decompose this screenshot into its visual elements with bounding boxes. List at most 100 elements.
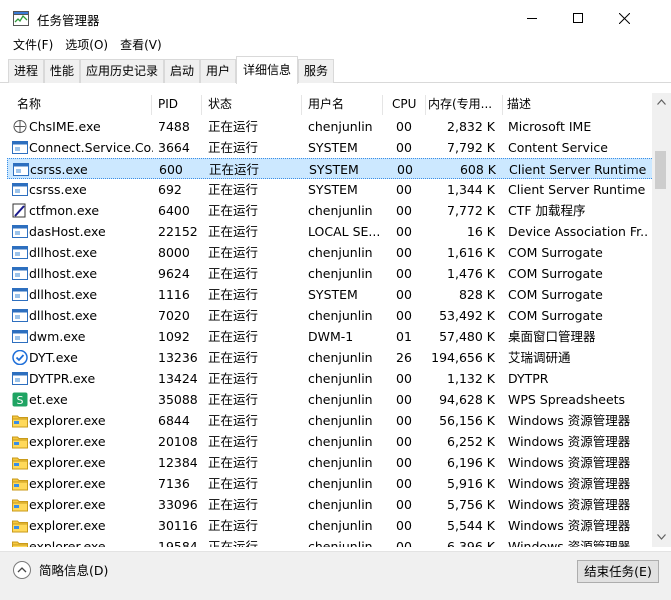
vertical-scrollbar[interactable] bbox=[652, 93, 671, 547]
task-manager-icon bbox=[13, 11, 29, 26]
column-divider[interactable] bbox=[201, 95, 202, 115]
menu-options[interactable]: 选项(O) bbox=[59, 36, 114, 56]
column-header-name[interactable]: 名称 bbox=[17, 93, 147, 115]
fewer-details-toggle[interactable]: 简略信息(D) bbox=[13, 560, 108, 579]
cell-status: 正在运行 bbox=[208, 203, 259, 218]
cell-status: 正在运行 bbox=[208, 497, 259, 512]
minimize-button[interactable] bbox=[509, 0, 555, 36]
cell-pid: 9624 bbox=[158, 266, 190, 281]
svg-text:S: S bbox=[17, 394, 24, 407]
table-row[interactable]: csrss.exe 692 正在运行 SYSTEM 00 1,344 K Client Se… bbox=[7, 179, 654, 200]
table-row[interactable]: csrss.exe 600 正在运行 SYSTEM 00 608 K Client Serv… bbox=[7, 158, 654, 179]
table-row[interactable]: explorer.exe 12384 正在运行 chenjunlin 00 6,196 K… bbox=[7, 452, 654, 473]
tab-services[interactable]: 服务 bbox=[298, 59, 334, 83]
window-icon bbox=[12, 183, 28, 196]
table-row[interactable]: explorer.exe 19584 正在运行 chenjunlin 00 6,396 K… bbox=[7, 536, 654, 547]
cell-description: Client Server Runtime ... bbox=[509, 162, 649, 177]
cell-description: WPS Spreadsheets bbox=[508, 392, 626, 407]
column-divider[interactable] bbox=[151, 95, 152, 115]
table-row[interactable]: dllhost.exe 9624 正在运行 chenjunlin 00 1,476 K CO… bbox=[7, 263, 654, 284]
spreadsheet-icon: S bbox=[12, 392, 28, 407]
table-row[interactable]: dasHost.exe 22152 正在运行 LOCAL SE... 00 16 K Dev… bbox=[7, 221, 654, 242]
scroll-up-icon[interactable] bbox=[657, 99, 666, 105]
cell-username: chenjunlin bbox=[308, 497, 373, 512]
table-row[interactable]: explorer.exe 30116 正在运行 chenjunlin 00 5,544 K… bbox=[7, 515, 654, 536]
cell-username: DWM-1 bbox=[308, 329, 354, 344]
cell-name: dllhost.exe bbox=[29, 308, 98, 323]
column-divider[interactable] bbox=[301, 95, 302, 115]
table-row[interactable]: dllhost.exe 7020 正在运行 chenjunlin 00 53,492 K C… bbox=[7, 305, 654, 326]
title-bar[interactable]: 任务管理器 bbox=[0, 0, 671, 36]
cell-status: 正在运行 bbox=[208, 224, 259, 239]
cell-cpu: 00 bbox=[396, 476, 412, 491]
tab-app-history[interactable]: 应用历史记录 bbox=[80, 59, 164, 83]
table-row[interactable]: explorer.exe 20108 正在运行 chenjunlin 00 6,252 K… bbox=[7, 431, 654, 452]
tab-details[interactable]: 详细信息 bbox=[236, 56, 298, 84]
maximize-button[interactable] bbox=[555, 0, 601, 36]
tab-performance[interactable]: 性能 bbox=[44, 59, 80, 83]
table-row[interactable]: dllhost.exe 8000 正在运行 chenjunlin 00 1,616 K CO… bbox=[7, 242, 654, 263]
cell-status: 正在运行 bbox=[208, 434, 259, 449]
cell-memory: 5,916 K bbox=[447, 476, 495, 491]
column-header-memory[interactable]: 内存(专用... bbox=[428, 93, 500, 115]
cell-pid: 6400 bbox=[158, 203, 190, 218]
tab-processes[interactable]: 进程 bbox=[8, 59, 44, 83]
column-header-username[interactable]: 用户名 bbox=[308, 93, 378, 115]
maximize-icon bbox=[573, 13, 583, 23]
column-header-pid[interactable]: PID bbox=[158, 93, 198, 115]
cell-status: 正在运行 bbox=[208, 182, 259, 197]
cell-name: dwm.exe bbox=[29, 329, 86, 344]
end-task-button[interactable]: 结束任务(E) bbox=[577, 560, 659, 583]
cell-username: SYSTEM bbox=[309, 162, 359, 177]
cell-memory: 194,656 K bbox=[431, 350, 495, 365]
cell-cpu: 26 bbox=[396, 350, 412, 365]
fewer-details-label[interactable]: 简略信息(D) bbox=[39, 560, 108, 579]
close-button[interactable] bbox=[601, 0, 647, 36]
column-header-cpu[interactable]: CPU bbox=[392, 93, 422, 115]
table-row[interactable]: ctfmon.exe 6400 正在运行 chenjunlin 00 7,772 K CTF… bbox=[7, 200, 654, 221]
cell-username: SYSTEM bbox=[308, 182, 358, 197]
cell-username: chenjunlin bbox=[308, 434, 373, 449]
column-header-description[interactable]: 描述 bbox=[507, 93, 587, 115]
menu-view[interactable]: 查看(V) bbox=[114, 36, 168, 56]
cell-description: DYTPR bbox=[508, 371, 549, 386]
cell-pid: 6844 bbox=[158, 413, 190, 428]
table-row[interactable]: dwm.exe 1092 正在运行 DWM-1 01 57,480 K 桌面窗口管理器 bbox=[7, 326, 654, 347]
table-row[interactable]: Set.exe 35088 正在运行 chenjunlin 00 94,628 K WPS … bbox=[7, 389, 654, 410]
cell-name: ctfmon.exe bbox=[29, 203, 100, 218]
table-row[interactable]: Connect.Service.Co... 3664 正在运行 SYSTEM 00 7,7… bbox=[7, 137, 654, 158]
chevron-up-icon[interactable] bbox=[13, 560, 31, 579]
cell-username: chenjunlin bbox=[308, 539, 373, 547]
column-divider[interactable] bbox=[502, 95, 503, 115]
column-divider[interactable] bbox=[382, 95, 383, 115]
scrollbar-thumb[interactable] bbox=[655, 151, 666, 189]
table-row[interactable]: explorer.exe 6844 正在运行 chenjunlin 00 56,156 K… bbox=[7, 410, 654, 431]
cell-cpu: 00 bbox=[396, 287, 412, 302]
cell-memory: 1,344 K bbox=[447, 182, 495, 197]
tab-users[interactable]: 用户 bbox=[200, 59, 236, 83]
folder-icon bbox=[12, 520, 28, 533]
column-header-status[interactable]: 状态 bbox=[208, 93, 298, 115]
cell-username: SYSTEM bbox=[308, 140, 358, 155]
menu-bar: 文件(F) 选项(O) 查看(V) bbox=[0, 36, 671, 56]
cell-memory: 5,756 K bbox=[447, 497, 495, 512]
cell-status: 正在运行 bbox=[208, 476, 259, 491]
cell-description: Microsoft IME bbox=[508, 119, 592, 134]
cell-name: dllhost.exe bbox=[29, 287, 98, 302]
table-row[interactable]: DYTPR.exe 13424 正在运行 chenjunlin 00 1,132 K DYT… bbox=[7, 368, 654, 389]
table-row[interactable]: explorer.exe 7136 正在运行 chenjunlin 00 5,916 K W… bbox=[7, 473, 654, 494]
cell-name: explorer.exe bbox=[29, 413, 106, 428]
column-divider[interactable] bbox=[425, 95, 426, 115]
scroll-down-icon[interactable] bbox=[657, 534, 666, 540]
cell-cpu: 00 bbox=[396, 119, 412, 134]
cell-name: dllhost.exe bbox=[29, 266, 98, 281]
table-row[interactable]: ChsIME.exe 7488 正在运行 chenjunlin 00 2,832 K Mic… bbox=[7, 116, 654, 137]
cell-description: Windows 资源管理器 bbox=[508, 413, 631, 428]
table-row[interactable]: DYT.exe 13236 正在运行 chenjunlin 26 194,656 K 艾瑞调… bbox=[7, 347, 654, 368]
table-row[interactable]: explorer.exe 33096 正在运行 chenjunlin 00 5,756 K… bbox=[7, 494, 654, 515]
cell-description: Windows 资源管理器 bbox=[508, 497, 631, 512]
table-row[interactable]: dllhost.exe 1116 正在运行 SYSTEM 00 828 K COM Surr… bbox=[7, 284, 654, 305]
cell-pid: 33096 bbox=[158, 497, 198, 512]
menu-file[interactable]: 文件(F) bbox=[7, 36, 59, 56]
tab-startup[interactable]: 启动 bbox=[164, 59, 200, 83]
